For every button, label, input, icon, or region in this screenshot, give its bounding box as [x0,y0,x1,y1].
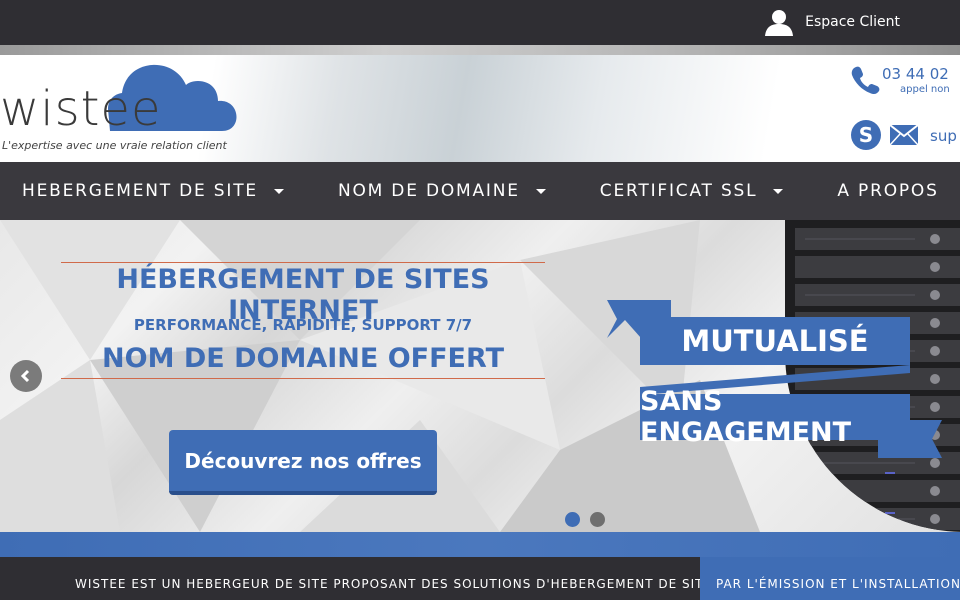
intro-highlight-text: PAR L'ÉMISSION ET L'INSTALLATION DE [716,577,960,591]
discover-offers-button[interactable]: Découvrez nos offres [169,430,437,495]
chevron-left-icon [20,369,30,383]
title-top-rule [61,262,545,263]
blue-band [0,532,960,557]
nav-item-label: NOM DE DOMAINE [337,181,520,201]
slider-dot-1[interactable] [565,512,580,527]
skype-icon[interactable]: S [850,119,882,155]
caret-down-icon [535,188,546,194]
caret-down-icon [273,188,284,194]
intro-bar: WISTEE EST UN HEBERGEUR DE SITE PROPOSAN… [0,557,960,600]
decorative-strip [0,45,960,55]
espace-client-link[interactable]: Espace Client [765,8,900,36]
ribbon-fold-bottom [878,420,942,458]
mail-icon[interactable] [889,124,919,150]
caret-down-icon [773,188,784,194]
contact-block: 03 44 02 appel non S sup [850,63,960,158]
hero-subtitle: PERFORMANCE, RAPIDITÉ, SUPPORT 7/7 [133,316,473,334]
phone-note: appel non [900,84,950,95]
logo-wordmark: wistee [0,81,162,137]
nav-item-a-propos[interactable]: A PROPOS [837,181,938,201]
espace-client-label: Espace Client [805,14,900,30]
nav-item-label: HEBERGEMENT DE SITE [22,181,258,201]
slider-dot-2[interactable] [590,512,605,527]
logo-tagline: L'expertise avec une vraie relation clie… [2,139,227,152]
intro-text: WISTEE EST UN HEBERGEUR DE SITE PROPOSAN… [75,577,721,591]
banner-sans-engagement: SANS ENGAGEMENT [640,386,910,448]
intro-highlight: PAR L'ÉMISSION ET L'INSTALLATION DE [700,557,960,600]
slider-prev-button[interactable] [10,360,42,392]
phone-icon [850,65,880,99]
main-nav: HEBERGEMENT DE SITE NOM DE DOMAINE CERTI… [0,162,960,220]
nav-item-certificat-ssl[interactable]: CERTIFICAT SSL [600,181,784,201]
nav-item-nom-de-domaine[interactable]: NOM DE DOMAINE [338,181,546,201]
nav-item-hebergement[interactable]: HEBERGEMENT DE SITE [22,181,284,201]
svg-text:S: S [859,123,873,147]
title-bottom-rule [61,378,545,379]
site-header: wistee L'expertise avec une vraie relati… [0,55,960,162]
support-link[interactable]: sup [930,127,957,145]
nav-item-label: CERTIFICAT SSL [599,181,758,201]
wistee-logo[interactable]: wistee L'expertise avec une vraie relati… [0,63,240,155]
user-icon [765,8,794,36]
phone-number[interactable]: 03 44 02 [882,65,949,83]
nav-item-label: A PROPOS [837,181,939,201]
banner-mutualise: MUTUALISÉ [640,317,910,365]
top-bar: Espace Client [0,0,960,45]
hero-offer: NOM DE DOMAINE OFFERT [102,343,504,374]
hero-slider: HÉBERGEMENT DE SITES INTERNET PERFORMANC… [0,220,960,532]
